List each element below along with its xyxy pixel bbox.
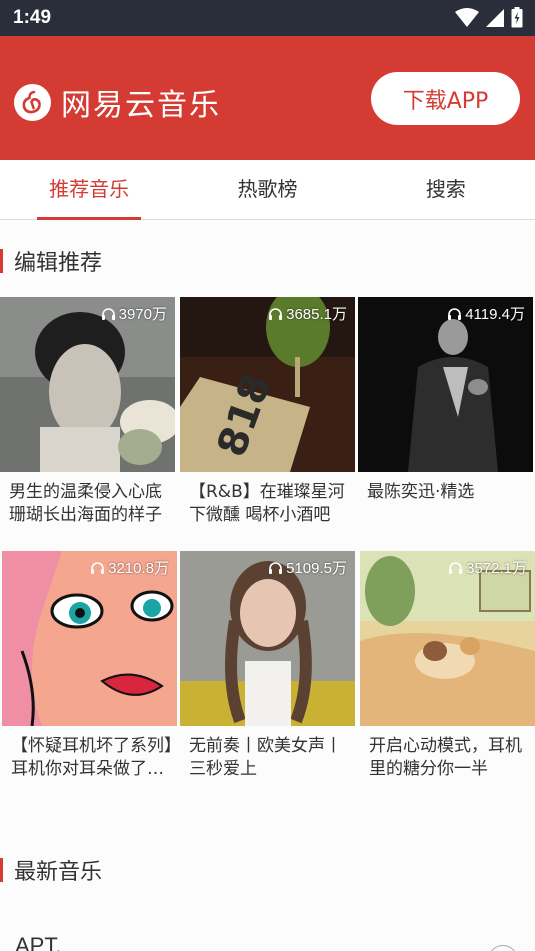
play-count: 3210.8万 — [90, 557, 169, 578]
play-count: 4119.4万 — [447, 303, 525, 324]
play-count-value: 3210.8万 — [108, 560, 169, 577]
song-title[interactable]: APT. — [15, 933, 61, 951]
play-button-icon[interactable] — [488, 945, 518, 951]
play-count-value: 3572.1万 — [466, 560, 527, 577]
play-count-value: 3970万 — [118, 306, 167, 323]
download-app-button[interactable]: 下载APP — [371, 72, 520, 125]
battery-icon — [511, 7, 523, 28]
playlist-title[interactable]: 无前奏丨欧美女声丨三秒爱上 — [180, 735, 355, 781]
tab-label: 推荐音乐 — [49, 177, 130, 201]
playlist-title[interactable]: 最陈奕迅·精选 — [358, 481, 533, 527]
tab-recommend[interactable]: 推荐音乐 — [0, 160, 178, 220]
playlist-title[interactable]: 开启心动模式，耳机里的糖分你一半 — [360, 735, 535, 781]
section-header-new-music: 最新音乐 — [0, 855, 102, 885]
playlist-title[interactable]: 男生的温柔侵入心底 珊瑚长出海面的样子 — [0, 481, 175, 527]
cell-signal-icon — [485, 8, 505, 28]
status-icons — [455, 7, 523, 28]
playlist-title[interactable]: 【怀疑耳机坏了系列】耳机你对耳朵做了什么 — [2, 735, 177, 781]
status-bar: 1:49 — [0, 0, 535, 36]
playlist-card[interactable]: 3210.8万 【怀疑耳机坏了系列】耳机你对耳朵做了什么 — [2, 551, 177, 781]
headphones-icon — [447, 307, 462, 321]
tab-label: 热歌榜 — [237, 177, 298, 201]
play-count-value: 3685.1万 — [286, 306, 347, 323]
tab-label: 搜索 — [425, 177, 466, 201]
status-time: 1:49 — [13, 7, 52, 28]
playlist-cover-image[interactable]: 3572.1万 — [360, 551, 535, 726]
play-count: 5109.5万 — [268, 557, 347, 578]
playlist-cover-image[interactable]: 3970万 — [0, 297, 175, 472]
playlist-card[interactable]: 4119.4万 最陈奕迅·精选 — [358, 297, 533, 527]
active-tab-indicator — [37, 217, 141, 220]
tab-hot-songs[interactable]: 热歌榜 — [178, 160, 356, 219]
play-count: 3685.1万 — [268, 303, 347, 324]
playlist-cover-image[interactable]: 5109.5万 — [180, 551, 355, 726]
headphones-icon — [448, 561, 463, 575]
playlist-card[interactable]: 3970万 男生的温柔侵入心底 珊瑚长出海面的样子 — [0, 297, 175, 527]
playlist-cover-image[interactable]: 818 3685.1万 — [180, 297, 355, 472]
section-header-editor-picks: 编辑推荐 — [0, 246, 102, 276]
play-count-value: 5109.5万 — [286, 560, 347, 577]
play-count: 3970万 — [101, 303, 167, 324]
brand-logo[interactable]: 网易云音乐 — [14, 80, 221, 124]
wifi-icon — [455, 7, 479, 28]
headphones-icon — [268, 307, 283, 321]
netease-music-logo-icon — [14, 83, 51, 121]
tab-search[interactable]: 搜索 — [357, 160, 535, 219]
section-accent-bar — [0, 249, 3, 273]
headphones-icon — [90, 561, 105, 575]
playlist-cover-image[interactable]: 3210.8万 — [2, 551, 177, 726]
playlist-card[interactable]: 3572.1万 开启心动模式，耳机里的糖分你一半 — [360, 551, 535, 781]
brand-name: 网易云音乐 — [61, 88, 221, 123]
playlist-card[interactable]: 818 3685.1万 【R&B】在璀璨星河下微醺 喝杯小酒吧 — [180, 297, 355, 527]
playlist-cover-image[interactable]: 4119.4万 — [358, 297, 533, 472]
headphones-icon — [268, 561, 283, 575]
section-title: 编辑推荐 — [14, 251, 103, 276]
app-header: 网易云音乐 下载APP — [0, 36, 535, 160]
playlist-card[interactable]: 5109.5万 无前奏丨欧美女声丨三秒爱上 — [180, 551, 355, 781]
tab-bar: 推荐音乐 热歌榜 搜索 — [0, 160, 535, 220]
playlist-title[interactable]: 【R&B】在璀璨星河下微醺 喝杯小酒吧 — [180, 481, 355, 527]
section-accent-bar — [0, 858, 3, 882]
section-title: 最新音乐 — [14, 860, 103, 885]
play-count-value: 4119.4万 — [465, 306, 525, 323]
headphones-icon — [101, 307, 116, 321]
play-count: 3572.1万 — [448, 557, 527, 578]
